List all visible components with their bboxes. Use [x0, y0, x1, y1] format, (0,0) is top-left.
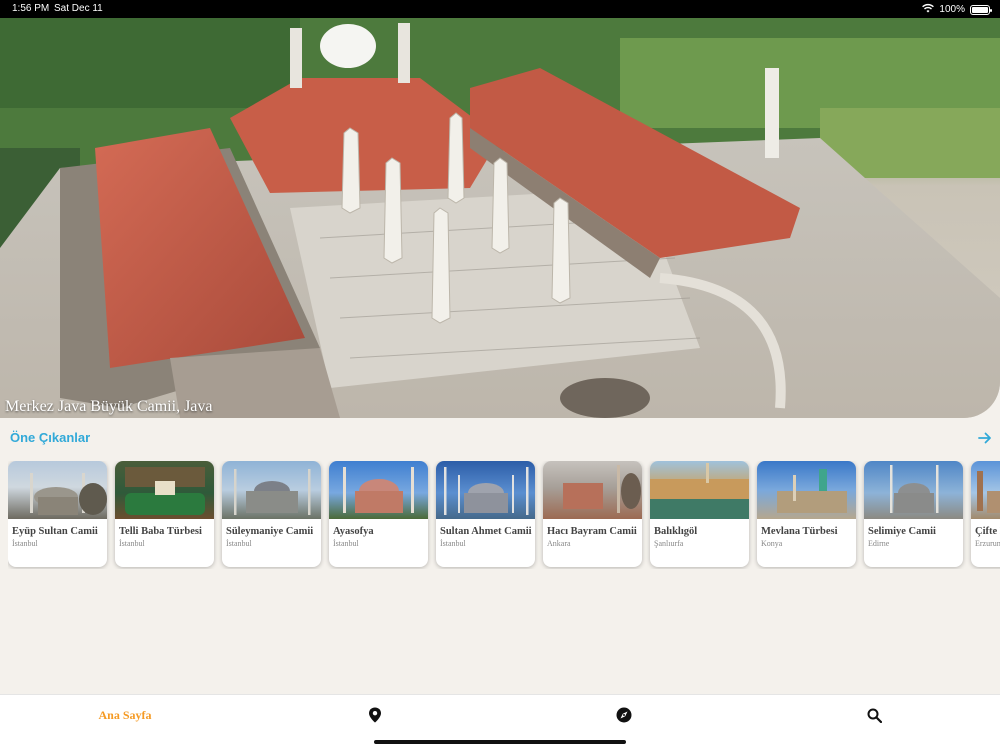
card-thumbnail [650, 461, 749, 519]
card-name: Telli Baba Türbesi [119, 526, 202, 537]
featured-card[interactable]: Telli Baba Türbesi İstanbul [115, 461, 214, 567]
card-city: İstanbul [119, 539, 145, 548]
card-thumbnail [115, 461, 214, 519]
card-city: Şanlıurfa [654, 539, 684, 548]
card-city: İstanbul [12, 539, 38, 548]
featured-section-title: Öne Çıkanlar [10, 430, 91, 445]
card-city: İstanbul [333, 539, 359, 548]
tab-home[interactable]: Ana Sayfa [95, 703, 155, 727]
card-thumbnail [8, 461, 107, 519]
status-date: Sat Dec 11 [54, 3, 103, 14]
card-city: Konya [761, 539, 783, 548]
card-city: Ankara [547, 539, 571, 548]
featured-card[interactable]: Balıklıgöl Şanlıurfa [650, 461, 749, 567]
featured-card[interactable]: Süleymaniye Camii İstanbul [222, 461, 321, 567]
card-city: İstanbul [226, 539, 252, 548]
hero-caption: Merkez Java Büyük Camii, Java [5, 398, 213, 415]
card-name: Ayasofya [333, 526, 374, 537]
search-icon[interactable] [862, 703, 886, 727]
card-name: Selimiye Camii [868, 526, 936, 537]
featured-card[interactable]: Ayasofya İstanbul [329, 461, 428, 567]
card-city: Edirne [868, 539, 890, 548]
featured-card[interactable]: Hacı Bayram Camii Ankara [543, 461, 642, 567]
card-name: Sultan Ahmet Camii [440, 526, 532, 537]
status-time: 1:56 PM [12, 3, 50, 14]
card-thumbnail [329, 461, 428, 519]
status-right: 100% [922, 3, 992, 16]
card-thumbnail [864, 461, 963, 519]
card-city: İstanbul [440, 539, 466, 548]
hero-banner[interactable]: Merkez Java Büyük Camii, Java [0, 18, 1000, 418]
featured-card-list[interactable]: Eyüp Sultan Camii İstanbul Telli Baba Tü… [8, 461, 1000, 569]
card-name: Süleymaniye Camii [226, 526, 314, 537]
card-name: Çifte Minareli Medrese [975, 526, 1000, 537]
card-thumbnail [222, 461, 321, 519]
location-pin-icon[interactable] [363, 703, 387, 727]
featured-card[interactable]: Çifte Minareli Medrese Erzurum [971, 461, 1000, 567]
compass-icon[interactable] [612, 703, 636, 727]
home-indicator[interactable] [374, 740, 626, 744]
battery-icon [970, 4, 992, 15]
wifi-icon [922, 3, 935, 16]
card-thumbnail [543, 461, 642, 519]
card-name: Eyüp Sultan Camii [12, 526, 98, 537]
status-bar: 1:56 PM Sat Dec 11 100% [0, 0, 1000, 18]
card-city: Erzurum [975, 539, 1000, 548]
featured-card[interactable]: Sultan Ahmet Camii İstanbul [436, 461, 535, 567]
featured-card[interactable]: Eyüp Sultan Camii İstanbul [8, 461, 107, 567]
card-name: Balıklıgöl [654, 526, 698, 537]
arrow-right-icon[interactable] [978, 431, 992, 449]
card-thumbnail [971, 461, 1000, 519]
featured-card[interactable]: Selimiye Camii Edirne [864, 461, 963, 567]
card-name: Hacı Bayram Camii [547, 526, 637, 537]
mosque-aerial-photo [0, 18, 1000, 418]
card-thumbnail [436, 461, 535, 519]
card-name: Mevlana Türbesi [761, 526, 838, 537]
card-thumbnail [757, 461, 856, 519]
featured-card[interactable]: Mevlana Türbesi Konya [757, 461, 856, 567]
battery-percent: 100% [939, 4, 965, 15]
